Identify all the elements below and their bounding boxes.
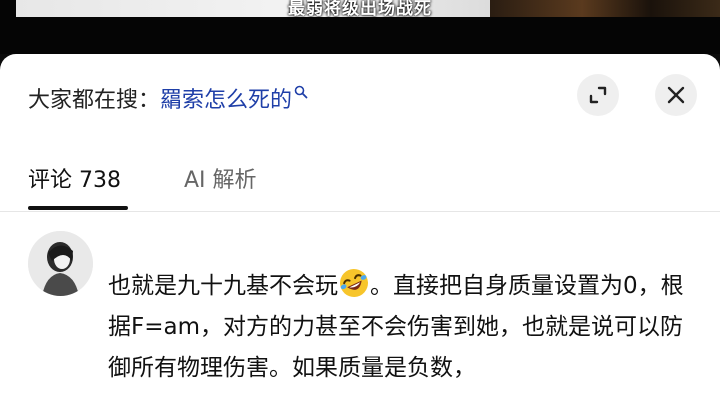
tab-ai-analysis[interactable]: AI 解析 [184,162,257,208]
tab-bar: 评论 738 AI 解析 [28,162,257,210]
avatar[interactable] [28,231,93,296]
tab-comments[interactable]: 评论 738 [28,162,184,210]
search-icon[interactable] [294,84,308,103]
tab-ai-label: AI 解析 [184,168,257,193]
search-suggestion[interactable]: 大家都在搜： 羂索怎么死的 [28,80,308,116]
video-subtitle: 最弱将级出场战死 [288,0,432,19]
search-prefix: 大家都在搜： [28,88,161,113]
video-strip: 最弱将级出场战死 [0,0,720,54]
laughing-emoji-icon [338,267,370,299]
divider [0,211,720,212]
video-frame-dark [490,0,720,17]
comment-text-part1: 也就是九十九基不会玩 [108,273,338,299]
close-icon [667,86,685,104]
tab-comments-label: 评论 738 [28,168,121,193]
close-button[interactable] [655,74,697,116]
expand-icon [589,86,607,104]
comment-sheet: 大家都在搜： 羂索怎么死的 评论 738 AI 解析 也就是九十九基不会玩 。直… [0,54,720,414]
active-tab-indicator [28,206,128,210]
search-query-link[interactable]: 羂索怎么死的 [160,82,292,114]
comment-text: 也就是九十九基不会玩 。直接把自身质量设置为0，根据F=am，对方的力甚至不会伤… [108,266,688,389]
expand-button[interactable] [577,74,619,116]
